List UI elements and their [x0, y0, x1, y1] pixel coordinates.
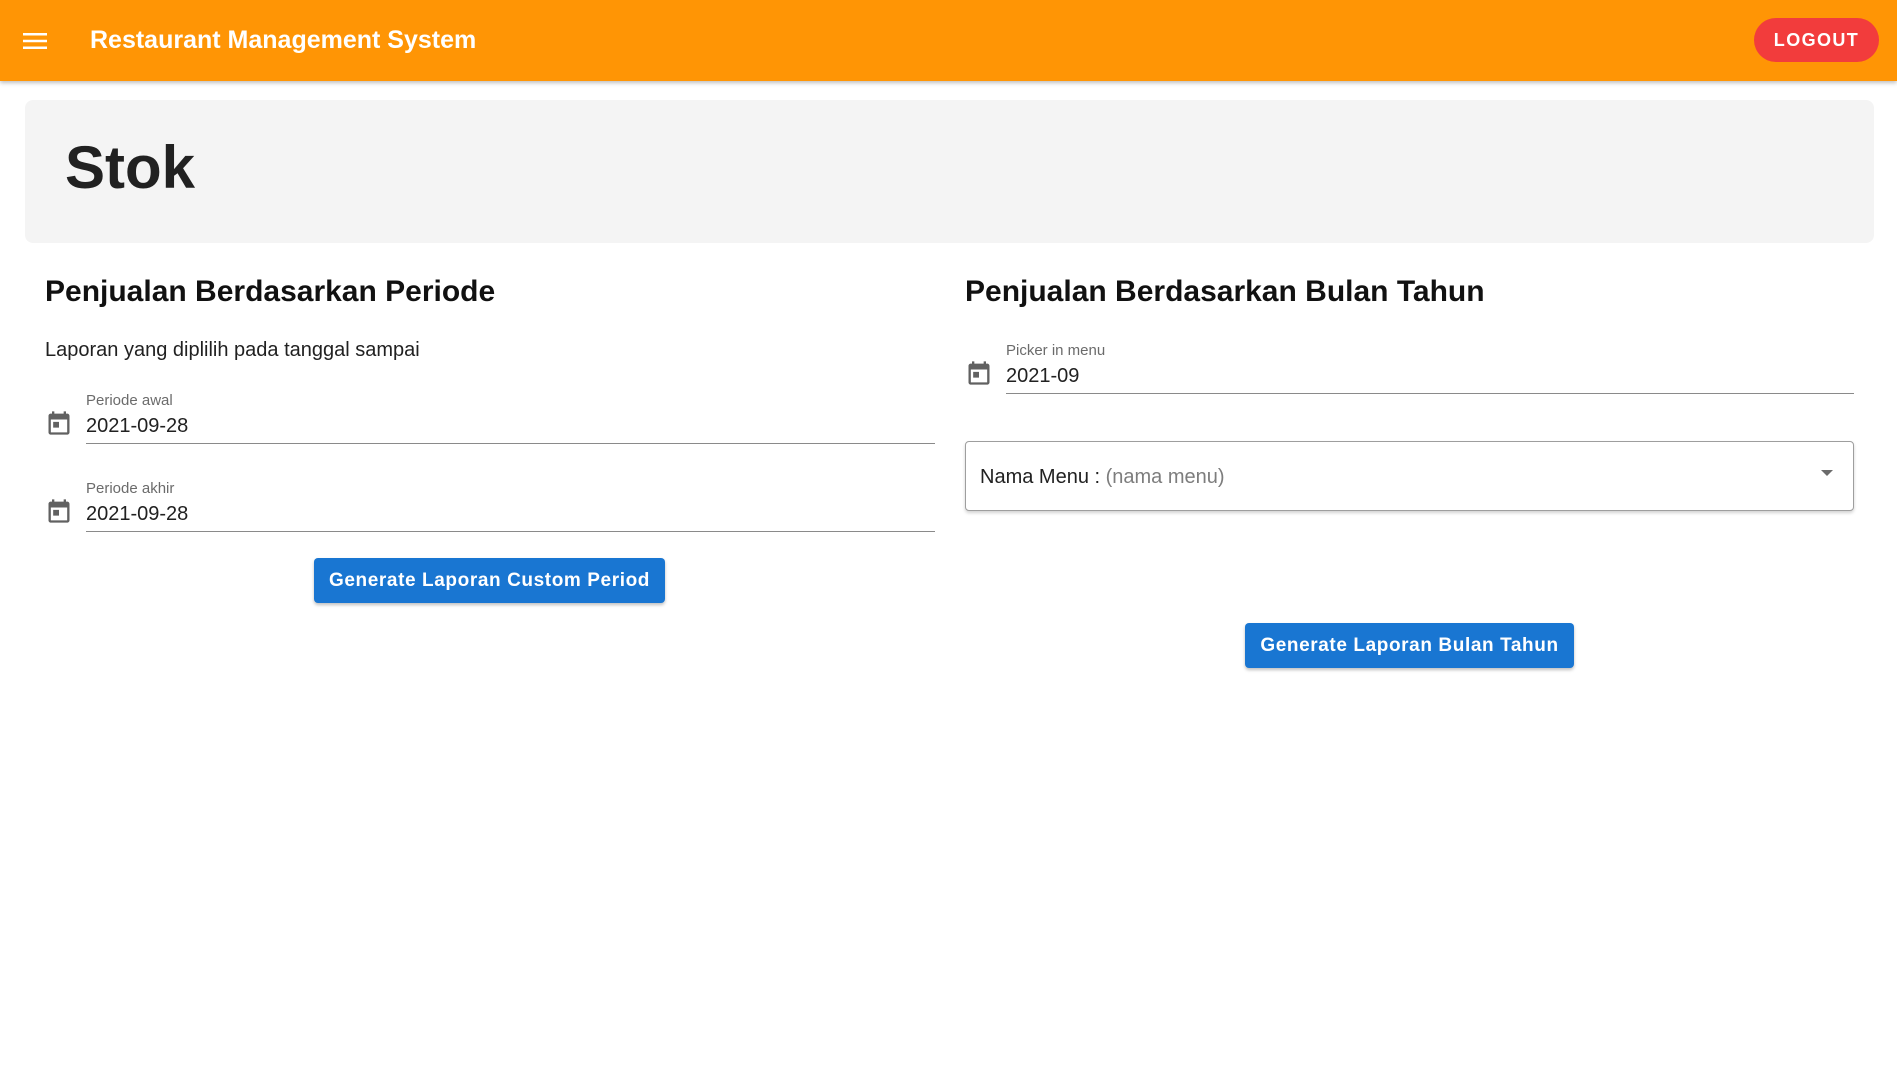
period-start-field[interactable]: Periode awal 2021-09-28 — [45, 392, 935, 444]
period-end-label: Periode akhir — [86, 480, 175, 497]
month-picker-input[interactable]: Picker in menu 2021-09 — [1006, 342, 1854, 394]
period-start-input[interactable]: Periode awal 2021-09-28 — [86, 392, 935, 444]
menu-select[interactable]: Nama Menu : (nama menu) — [965, 441, 1854, 511]
month-section-title: Penjualan Berdasarkan Bulan Tahun — [965, 275, 1485, 308]
dropdown-arrow-icon[interactable] — [1821, 470, 1833, 476]
app-title: Restaurant Management System — [90, 26, 477, 54]
logout-button[interactable]: LOGOUT — [1754, 18, 1879, 62]
period-start-value: 2021-09-28 — [86, 415, 189, 437]
period-end-input[interactable]: Periode akhir 2021-09-28 — [86, 480, 935, 532]
page-title: Stok — [65, 134, 196, 201]
month-picker-label: Picker in menu — [1006, 342, 1106, 359]
generate-custom-period-button[interactable]: Generate Laporan Custom Period — [314, 558, 665, 603]
month-picker-field[interactable]: Picker in menu 2021-09 — [965, 342, 1854, 394]
calendar-icon[interactable] — [45, 497, 73, 525]
generate-month-year-button[interactable]: Generate Laporan Bulan Tahun — [1245, 623, 1574, 668]
calendar-icon[interactable] — [965, 359, 993, 387]
app-bar: Restaurant Management System LOGOUT — [0, 0, 1897, 81]
calendar-icon[interactable] — [45, 409, 73, 437]
page-header-card: Stok — [25, 100, 1874, 243]
period-start-label: Periode awal — [86, 392, 173, 409]
month-picker-value: 2021-09 — [1006, 365, 1080, 387]
period-end-value: 2021-09-28 — [86, 503, 189, 525]
menu-select-label: Nama Menu : — [980, 466, 1106, 488]
period-section-title: Penjualan Berdasarkan Periode — [45, 275, 496, 308]
hamburger-menu-icon[interactable] — [17, 23, 53, 59]
menu-select-text: Nama Menu : (nama menu) — [980, 464, 1225, 490]
period-end-field[interactable]: Periode akhir 2021-09-28 — [45, 480, 935, 532]
menu-select-placeholder: (nama menu) — [1105, 466, 1225, 488]
period-description: Laporan yang diplilih pada tanggal sampa… — [45, 339, 420, 361]
